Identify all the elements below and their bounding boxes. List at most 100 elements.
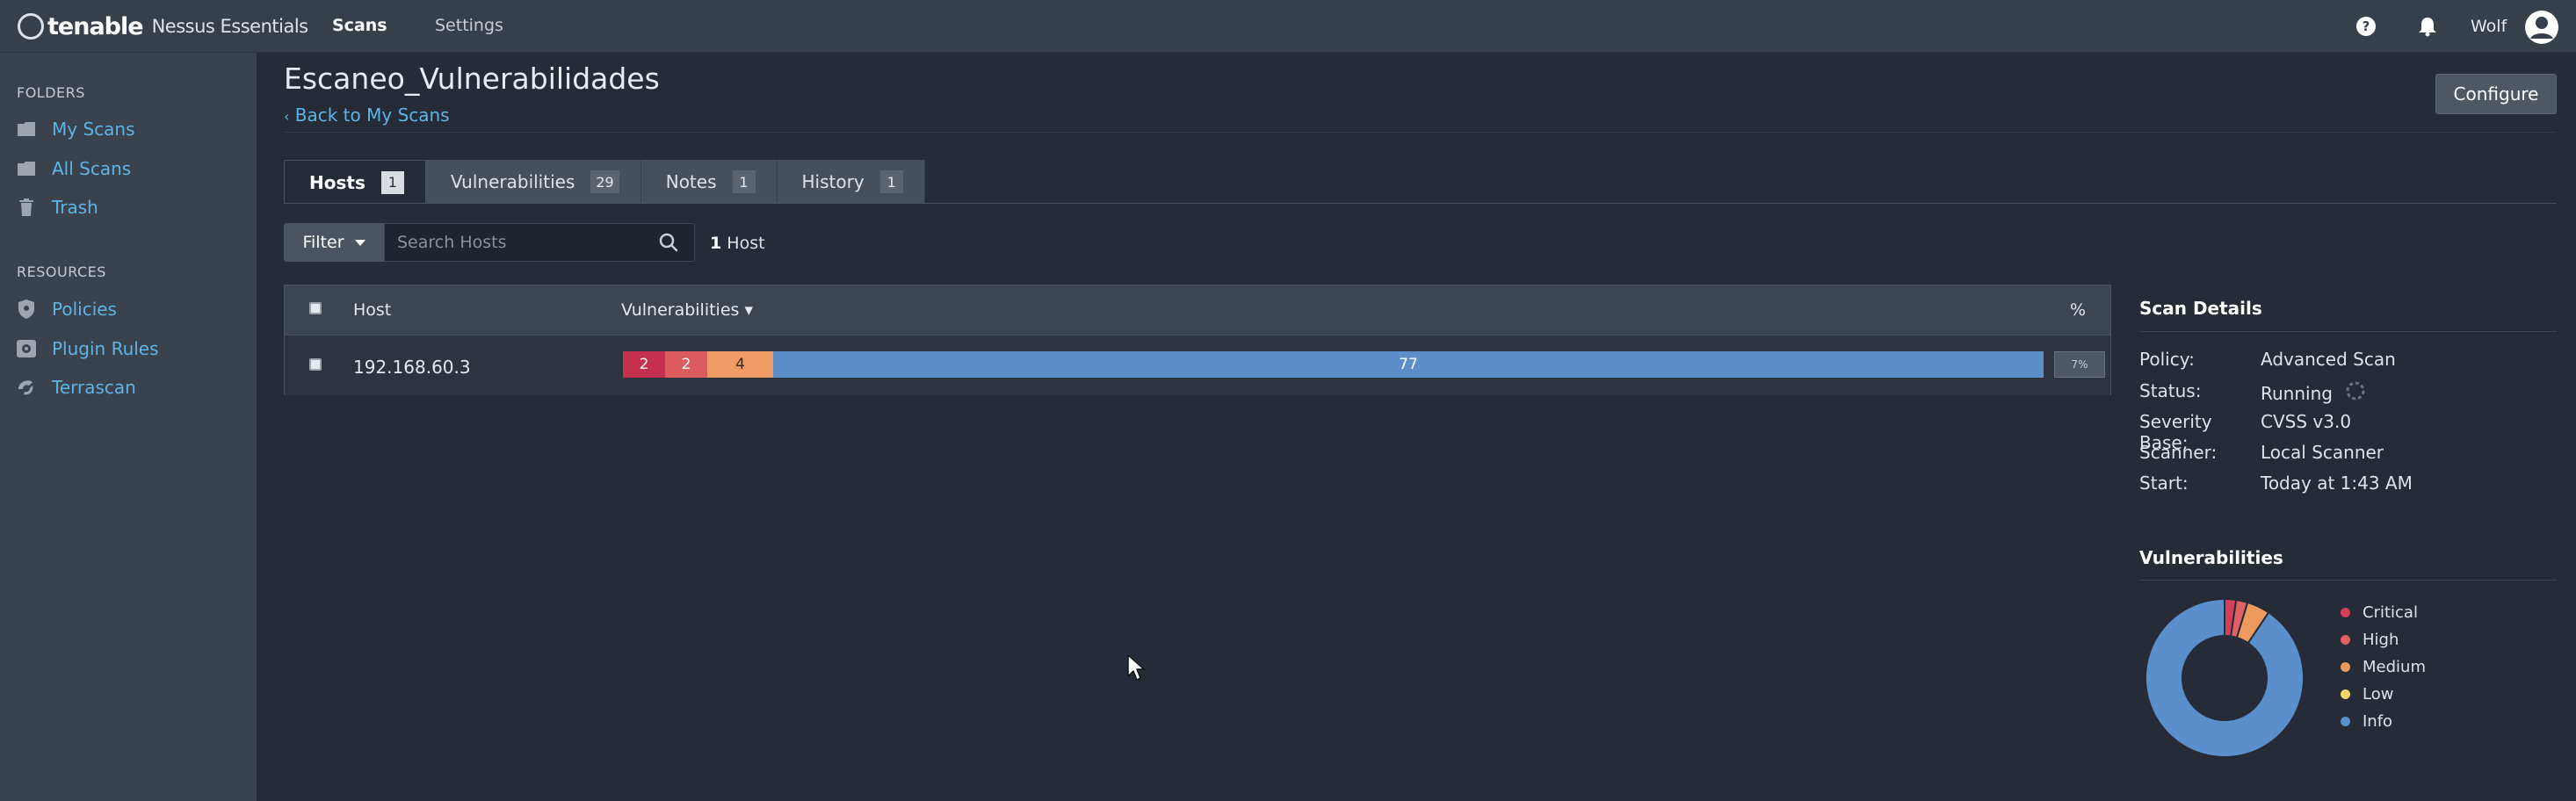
tabs-divider <box>284 203 2557 204</box>
tab-label: History <box>801 171 865 192</box>
logo-product: Nessus Essentials <box>151 16 309 37</box>
trash-icon <box>17 198 36 217</box>
legend-item-high[interactable]: High <box>2341 626 2426 653</box>
filter-dropdown-button[interactable]: Filter <box>284 223 384 262</box>
legend-dot-icon <box>2341 662 2350 672</box>
sidebar-item-trash[interactable]: Trash <box>17 194 98 220</box>
severity-segment-high[interactable]: 2 <box>665 351 707 378</box>
folders-heading: FOLDERS <box>17 84 85 101</box>
detail-key: Start: <box>2139 473 2189 494</box>
detail-value: Local Scanner <box>2261 442 2384 463</box>
legend-item-info[interactable]: Info <box>2341 708 2426 735</box>
notifications-bell-icon[interactable] <box>2416 15 2439 38</box>
row-checkbox[interactable] <box>309 358 322 371</box>
sidebar-item-label: All Scans <box>52 158 132 179</box>
policy-shield-icon <box>17 299 36 319</box>
nav-scans-link[interactable]: Scans <box>332 16 387 35</box>
scan-details-divider <box>2139 331 2557 332</box>
detail-value: Advanced Scan <box>2261 349 2396 370</box>
legend-item-critical[interactable]: Critical <box>2341 599 2426 626</box>
legend-item-low[interactable]: Low <box>2341 681 2426 708</box>
search-icon[interactable] <box>659 233 678 256</box>
terrascan-icon <box>17 378 36 397</box>
table-header: Host Vulnerabilities ▾ % <box>285 285 2110 335</box>
configure-button[interactable]: Configure <box>2435 74 2557 114</box>
sidebar-item-terrascan[interactable]: Terrascan <box>17 374 136 400</box>
header-divider <box>284 132 2557 133</box>
chevron-left-icon: ‹ <box>284 108 290 125</box>
vulnerability-severity-bar[interactable]: 2 2 4 77 <box>623 351 2044 378</box>
detail-key: Policy: <box>2139 349 2195 370</box>
sidebar-item-my-scans[interactable]: My Scans <box>17 116 135 142</box>
plugin-rules-icon <box>17 339 36 358</box>
search-hosts-input[interactable] <box>397 224 652 261</box>
scan-details-title: Scan Details <box>2139 298 2262 319</box>
column-header-vulnerabilities[interactable]: Vulnerabilities ▾ <box>621 300 753 320</box>
sidebar-item-label: Plugin Rules <box>52 338 159 359</box>
detail-value: Today at 1:43 AM <box>2261 473 2413 494</box>
legend-dot-icon <box>2341 635 2350 645</box>
tenable-ring-icon <box>18 13 44 40</box>
host-count-value: 1 <box>710 234 722 253</box>
sidebar-item-label: Terrascan <box>52 377 136 398</box>
legend-label: Medium <box>2363 658 2426 676</box>
legend-label: Critical <box>2363 603 2418 622</box>
legend-label: Info <box>2363 712 2393 731</box>
column-header-percent[interactable]: % <box>2070 300 2086 320</box>
vulnerabilities-legend: Critical High Medium Low Info <box>2341 599 2426 735</box>
legend-dot-icon <box>2341 689 2350 699</box>
legend-label: High <box>2363 631 2399 649</box>
tab-count-badge: 1 <box>732 170 756 193</box>
severity-segment-critical[interactable]: 2 <box>623 351 665 378</box>
top-nav-bar: tenable Nessus Essentials Scans Settings… <box>0 0 2576 53</box>
vulnerabilities-panel-divider <box>2139 580 2557 581</box>
tab-label: Vulnerabilities <box>450 171 575 192</box>
filter-label: Filter <box>302 233 344 252</box>
nav-settings-link[interactable]: Settings <box>435 16 503 35</box>
back-link-label: Back to My Scans <box>294 105 450 126</box>
running-spinner-icon <box>2345 380 2366 406</box>
user-avatar-icon[interactable] <box>2525 11 2558 44</box>
scan-tabs: Hosts 1 Vulnerabilities 29 Notes 1 Histo… <box>284 160 925 204</box>
detail-value: CVSS v3.0 <box>2261 411 2352 432</box>
severity-segment-medium[interactable]: 4 <box>707 351 773 378</box>
page-title: Escaneo_Vulnerabilidades <box>284 61 660 96</box>
tab-notes[interactable]: Notes 1 <box>640 160 778 204</box>
tab-history[interactable]: History 1 <box>777 160 925 204</box>
tab-hosts[interactable]: Hosts 1 <box>284 160 426 204</box>
folder-icon <box>17 119 36 139</box>
host-count-unit: Host <box>727 234 765 253</box>
folder-icon <box>17 159 36 178</box>
legend-item-medium[interactable]: Medium <box>2341 653 2426 681</box>
sidebar-item-label: My Scans <box>52 119 135 140</box>
donut-slice-info[interactable] <box>2145 597 2305 758</box>
sidebar-item-label: Policies <box>52 299 117 320</box>
vulnerabilities-panel-title: Vulnerabilities <box>2139 547 2283 568</box>
help-icon[interactable]: ? <box>2355 15 2377 38</box>
scan-progress-badge: 7% <box>2054 351 2105 378</box>
sidebar-item-all-scans[interactable]: All Scans <box>17 155 131 182</box>
mouse-pointer-icon <box>1127 654 1145 681</box>
tab-count-badge: 1 <box>380 170 404 194</box>
tab-label: Notes <box>665 171 717 192</box>
select-all-checkbox[interactable] <box>309 302 322 314</box>
tab-count-badge: 1 <box>879 170 903 193</box>
user-name[interactable]: Wolf <box>2471 17 2507 36</box>
column-header-host[interactable]: Host <box>353 300 391 320</box>
host-ip[interactable]: 192.168.60.3 <box>353 357 471 378</box>
detail-value: Running <box>2261 382 2333 404</box>
sidebar-item-policies[interactable]: Policies <box>17 296 117 322</box>
severity-segment-info[interactable]: 77 <box>773 351 2044 378</box>
table-row[interactable]: 192.168.60.3 2 2 4 77 7% <box>285 335 2110 395</box>
legend-dot-icon <box>2341 717 2350 726</box>
logo-brand: tenable <box>47 12 144 40</box>
svg-text:?: ? <box>2363 18 2370 34</box>
sidebar-item-label: Trash <box>52 197 98 218</box>
vulnerabilities-donut-chart[interactable] <box>2144 597 2305 759</box>
tenable-logo[interactable]: tenable Nessus Essentials <box>18 12 308 40</box>
detail-key: Status: <box>2139 380 2202 401</box>
sidebar-item-plugin-rules[interactable]: Plugin Rules <box>17 336 159 362</box>
back-to-my-scans-link[interactable]: ‹ Back to My Scans <box>284 105 450 126</box>
hosts-table: Host Vulnerabilities ▾ % 192.168.60.3 22… <box>284 285 2111 395</box>
tab-vulnerabilities[interactable]: Vulnerabilities 29 <box>425 160 641 204</box>
